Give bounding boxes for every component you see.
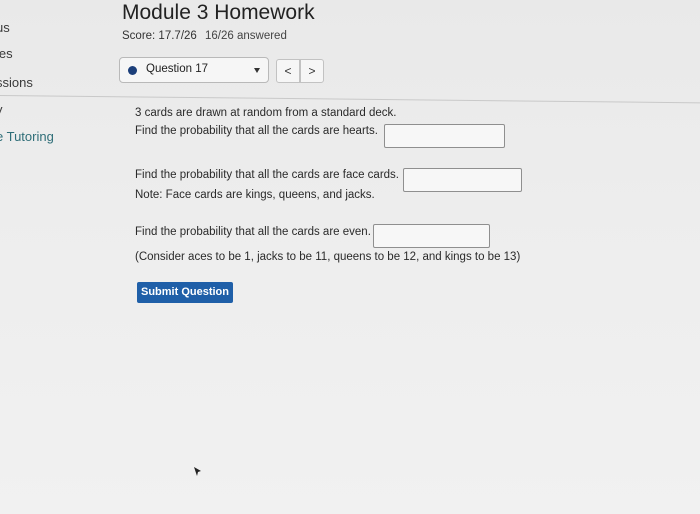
answer-input-even[interactable] — [373, 224, 490, 248]
part-3-prompt: Find the probability that all the cards … — [135, 226, 371, 238]
part-2-prompt: Find the probability that all the cards … — [135, 169, 400, 181]
sidebar-item-y[interactable]: y — [0, 102, 3, 117]
next-question-button[interactable]: > — [300, 59, 324, 83]
answered-count: 16/26 answered — [205, 30, 287, 42]
answer-input-hearts[interactable] — [384, 124, 505, 148]
sidebar-item-ssions[interactable]: ssions — [0, 75, 33, 90]
sidebar-item-tutoring[interactable]: e Tutoring — [0, 129, 54, 144]
homework-page: us les ssions y e Tutoring Module 3 Home… — [0, 0, 700, 514]
sidebar-item-les[interactable]: les — [0, 46, 13, 61]
part-2-note: Note: Face cards are kings, queens, and … — [135, 189, 375, 201]
chevron-right-icon: > — [308, 64, 316, 78]
part-3-note: (Consider aces to be 1, jacks to be 11, … — [135, 251, 521, 263]
answer-input-face-cards[interactable] — [403, 168, 522, 192]
sidebar-item-us[interactable]: us — [0, 20, 10, 35]
chevron-left-icon: < — [284, 64, 292, 78]
question-select[interactable]: Question 17 — [119, 57, 269, 83]
question-intro: 3 cards are drawn at random from a stand… — [135, 107, 397, 119]
page-title: Module 3 Homework — [122, 1, 315, 24]
previous-question-button[interactable]: < — [276, 59, 300, 83]
question-status-dot-icon — [128, 66, 137, 75]
mouse-pointer-icon — [194, 467, 201, 476]
submit-question-button[interactable]: Submit Question — [137, 282, 233, 303]
question-select-label: Question 17 — [146, 63, 209, 75]
chevron-down-icon — [254, 68, 260, 73]
part-1-prompt: Find the probability that all the cards … — [135, 125, 378, 137]
sidebar: us les ssions y e Tutoring — [0, 0, 105, 514]
score-text: Score: 17.7/26 — [122, 30, 197, 42]
